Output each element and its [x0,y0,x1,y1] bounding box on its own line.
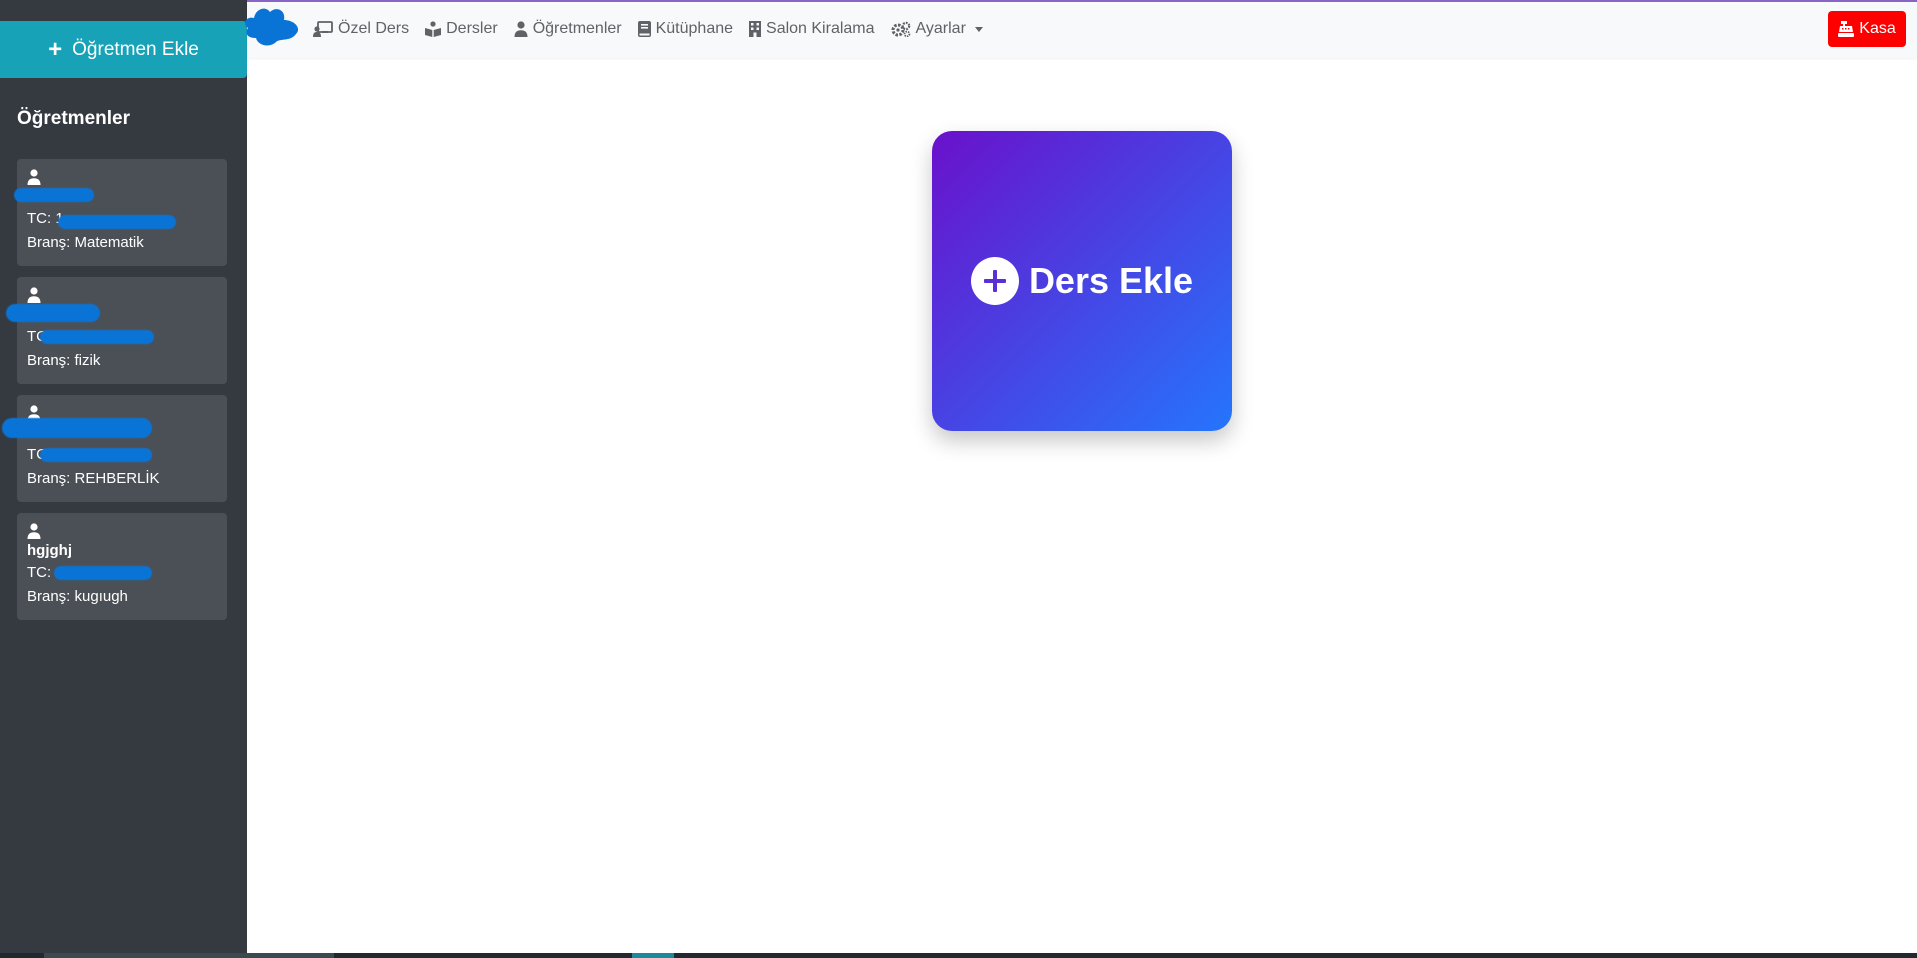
nav-label: Salon Kiralama [766,20,875,37]
main-nav: Özel Ders Dersler Öğretmenler Kütüphane [313,0,983,58]
teacher-card[interactable]: TC: 1 Branş: Matematik [17,159,227,266]
user-tie-icon [27,169,41,185]
chevron-down-icon [974,26,983,32]
user-tie-icon [27,523,41,539]
redaction-mark [58,215,176,229]
redaction-mark [14,188,94,202]
cash-register-icon [1838,21,1855,37]
nav-label: Kütüphane [655,20,734,37]
redaction-mark [54,566,152,580]
nav-label: Ayarlar [915,20,966,37]
chalkboard-teacher-icon [313,21,333,37]
nav-ozel-ders[interactable]: Özel Ders [313,20,409,38]
nav-ayarlar-dropdown[interactable]: Ayarlar [891,20,983,38]
book-icon [637,21,651,37]
taskbar-segment [632,953,674,958]
teacher-brans: Branş: Matematik [27,234,144,251]
taskbar-segment [44,953,334,958]
nav-label: Dersler [446,20,498,37]
nav-salon-kiralama[interactable]: Salon Kiralama [749,20,875,38]
nav-kutuphane[interactable]: Kütüphane [637,20,734,38]
redaction-mark [40,330,154,344]
kasa-label: Kasa [1859,20,1896,37]
redaction-mark [2,418,152,438]
add-teacher-label: Öğretmen Ekle [72,38,199,60]
nav-label: Öğretmenler [532,20,622,37]
teacher-brans: Branş: kugıugh [27,588,128,605]
redaction-mark [40,448,152,462]
sidebar: + Öğretmen Ekle Öğretmenler TC: 1 Branş:… [0,0,247,958]
teacher-brans: Branş: REHBERLİK [27,470,160,487]
teacher-name: hgjghj [27,542,72,559]
redaction-mark [6,304,100,322]
brand-logo-redacted[interactable] [240,2,306,48]
add-lesson-card[interactable]: Ders Ekle [932,131,1232,431]
plus-circle-icon [970,257,1019,305]
nav-dersler[interactable]: Dersler [425,20,498,38]
user-tie-icon [514,21,528,37]
book-reader-icon [425,21,442,37]
cogs-icon [891,21,910,37]
sidebar-title: Öğretmenler [17,108,130,129]
nav-ogretmenler[interactable]: Öğretmenler [514,20,622,38]
teacher-brans: Branş: fizik [27,352,101,369]
plus-icon: + [48,35,63,63]
user-tie-icon [27,287,41,303]
taskbar-strip [0,953,1917,958]
building-icon [749,21,762,37]
kasa-button[interactable]: Kasa [1828,11,1906,47]
nav-label: Özel Ders [338,20,410,37]
add-lesson-label: Ders Ekle [1028,260,1194,301]
add-teacher-button[interactable]: + Öğretmen Ekle [0,21,247,78]
